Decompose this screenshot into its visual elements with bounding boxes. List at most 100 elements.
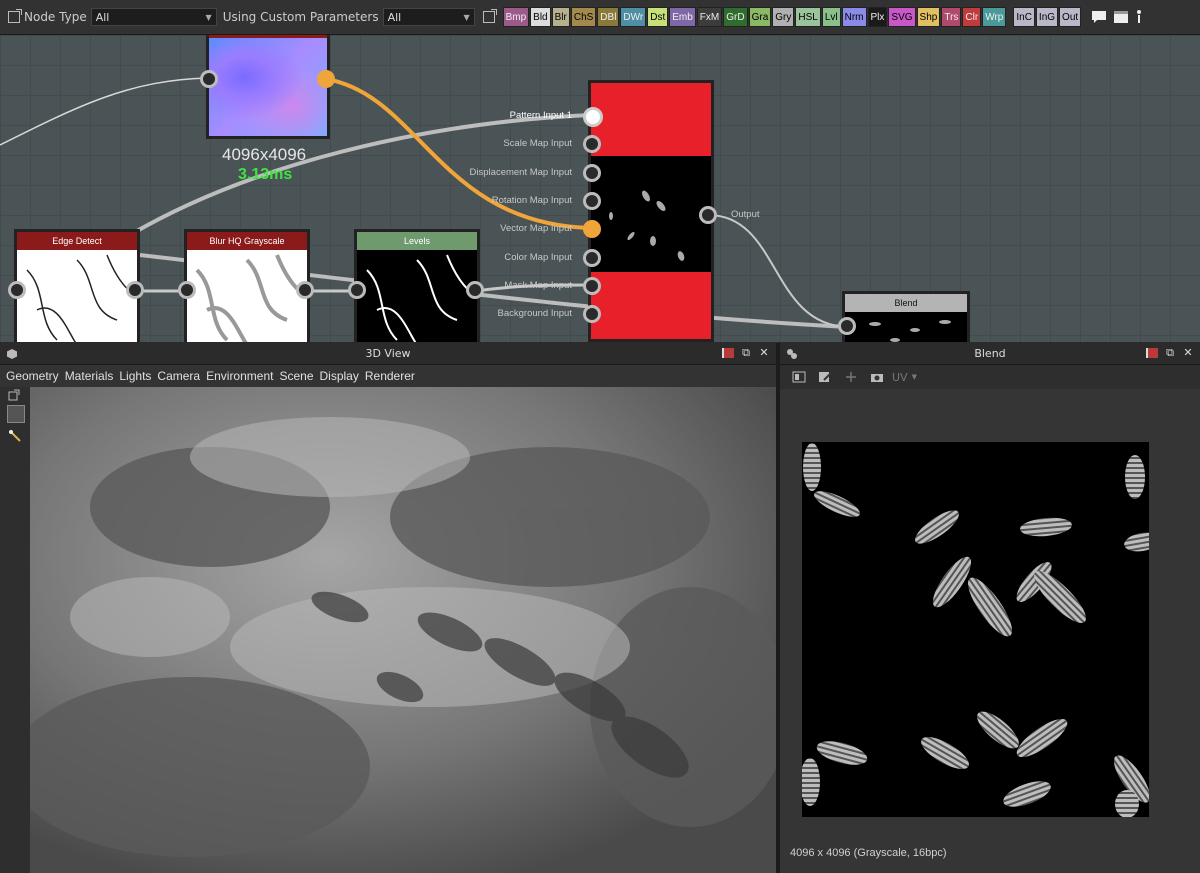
custom-params-select[interactable]: All ▼: [382, 8, 475, 26]
normal-node-input-pin[interactable]: [200, 70, 218, 88]
open-external-icon[interactable]: [482, 9, 497, 23]
blend-node[interactable]: Blend: [842, 291, 970, 342]
filter-wrp-button[interactable]: Wrp: [982, 7, 1007, 27]
chevron-down-icon: ▼: [463, 12, 470, 22]
filter-inc-button[interactable]: InC: [1013, 7, 1035, 27]
normal-node-output-pin[interactable]: [317, 70, 335, 88]
pin-panel-icon[interactable]: [722, 348, 734, 358]
blend-controls: ⧉ ✕: [1146, 347, 1194, 359]
tile-sampler-input-label: Vector Map Input: [500, 223, 572, 235]
uv-dropdown[interactable]: UV: [892, 371, 908, 384]
filter-bld-button[interactable]: Bld: [530, 7, 551, 27]
connection-wire: [0, 77, 209, 146]
filter-gry-button[interactable]: Gry: [772, 7, 795, 27]
filter-svg-button[interactable]: SVG: [888, 7, 916, 27]
tile-sampler-input-label: Mask Map Input: [504, 279, 572, 291]
filter-hsl-button[interactable]: HSL: [795, 7, 821, 27]
tile-sampler-preview: [591, 156, 711, 272]
custom-params-label: Using Custom Parameters: [222, 10, 379, 24]
menu-lights[interactable]: Lights: [119, 369, 151, 383]
light-tool-icon[interactable]: [8, 429, 22, 443]
menu-display[interactable]: Display: [320, 369, 359, 383]
menu-geometry[interactable]: Geometry: [6, 369, 59, 383]
filter-fxm-button[interactable]: FxM: [696, 7, 723, 27]
node-type-label: Node Type: [24, 10, 87, 24]
restore-icon[interactable]: ⧉: [740, 347, 752, 359]
restore-icon[interactable]: ⧉: [1164, 347, 1176, 359]
close-icon[interactable]: ✕: [758, 347, 770, 359]
menu-camera[interactable]: Camera: [157, 369, 200, 383]
view3d-side-toolbar: [0, 387, 30, 873]
blur-hq-node[interactable]: Blur HQ Grayscale: [184, 229, 310, 342]
filter-ing-button[interactable]: InG: [1035, 7, 1059, 27]
channels-icon[interactable]: [792, 371, 806, 383]
filter-trs-button[interactable]: Trs: [941, 7, 962, 27]
levels-node[interactable]: Levels: [354, 229, 480, 342]
levels-output-pin[interactable]: [466, 281, 484, 299]
filter-out-button[interactable]: Out: [1059, 7, 1082, 27]
tile-sampler-input-pin[interactable]: [583, 248, 601, 267]
filter-lvl-button[interactable]: Lvl: [821, 7, 841, 27]
node-type-value: All: [95, 10, 110, 24]
levels-input-pin[interactable]: [348, 281, 366, 299]
filter-nrm-button[interactable]: Nrm: [841, 7, 867, 27]
filter-dst-button[interactable]: Dst: [647, 7, 669, 27]
blur-hq-input-pin[interactable]: [178, 281, 196, 299]
tile-sampler-bottom: [591, 272, 711, 339]
camera-icon[interactable]: [870, 371, 884, 383]
pin-panel-icon[interactable]: [1146, 348, 1158, 358]
tile-sampler-input-pin[interactable]: [583, 276, 601, 295]
pin-icon[interactable]: [1135, 10, 1143, 24]
open-external-icon[interactable]: [8, 9, 22, 23]
menu-environment[interactable]: Environment: [206, 369, 273, 383]
close-icon[interactable]: ✕: [1182, 347, 1194, 359]
tile-sampler-input-label: Pattern Input 1: [509, 110, 572, 121]
node-graph[interactable]: 4096x4096 3.13ms Edge Detect Blur HQ Gra…: [0, 35, 1200, 342]
edge-detect-output-pin[interactable]: [126, 281, 144, 299]
filter-clr-button[interactable]: Clr: [962, 7, 982, 27]
3d-viewport[interactable]: [30, 387, 776, 873]
filter-blr-button[interactable]: Blr: [551, 7, 570, 27]
filter-grd-button[interactable]: GrD: [723, 7, 748, 27]
filter-bmp-button[interactable]: Bmp: [502, 7, 530, 27]
tile-sampler-output-pin[interactable]: [699, 206, 717, 224]
graph-toolbar: Node Type All ▼ Using Custom Parameters …: [0, 0, 1200, 35]
edge-detect-input-pin[interactable]: [8, 281, 26, 299]
filter-gra-button[interactable]: Gra: [748, 7, 772, 27]
view3d-menu-bar: Geometry Materials Lights Camera Environment…: [0, 365, 776, 387]
blend-preview-image[interactable]: [802, 442, 1149, 817]
edge-detect-node[interactable]: Edge Detect: [14, 229, 140, 342]
filter-emb-button[interactable]: Emb: [669, 7, 696, 27]
filter-plx-button[interactable]: Plx: [867, 7, 888, 27]
move-icon[interactable]: [844, 371, 858, 383]
menu-scene[interactable]: Scene: [279, 369, 313, 383]
edit-icon[interactable]: [818, 371, 832, 383]
menu-renderer[interactable]: Renderer: [365, 369, 415, 383]
open-external-icon[interactable]: [8, 389, 20, 401]
tile-sampler-input-pin[interactable]: [583, 191, 601, 210]
chevron-down-icon: ▼: [205, 12, 212, 22]
filter-shp-button[interactable]: Shp: [916, 7, 941, 27]
camera-mode-icon[interactable]: [7, 405, 25, 423]
menu-materials[interactable]: Materials: [65, 369, 114, 383]
frame-icon[interactable]: [1113, 10, 1129, 24]
tile-sampler-input-pin[interactable]: [583, 163, 601, 182]
footprint-pattern: [802, 443, 1149, 817]
tile-sampler-node[interactable]: [588, 80, 714, 342]
node-type-select[interactable]: All ▼: [90, 8, 217, 26]
filter-dwr-button[interactable]: DWr: [620, 7, 647, 27]
comment-icon[interactable]: [1091, 10, 1107, 24]
cube-icon: [7, 349, 17, 359]
edge-detect-preview: [17, 250, 137, 342]
tile-sampler-output-label: Output: [731, 209, 760, 220]
blur-hq-output-pin[interactable]: [296, 281, 314, 299]
filter-dbl-button[interactable]: DBl: [597, 7, 620, 27]
node-filter-buttons: Bmp Bld Blr ChS DBl DWr Dst Emb FxM GrD Gra Gry HSL L…: [502, 7, 1082, 27]
tile-sampler-input-pin[interactable]: [583, 305, 601, 324]
blend-node-input-pin[interactable]: [838, 317, 856, 335]
tile-sampler-input-pin[interactable]: [583, 107, 603, 127]
tile-sampler-top: [591, 83, 711, 156]
normal-node[interactable]: [206, 35, 330, 139]
filter-chs-button[interactable]: ChS: [570, 7, 597, 27]
connection-wire: [707, 214, 849, 328]
